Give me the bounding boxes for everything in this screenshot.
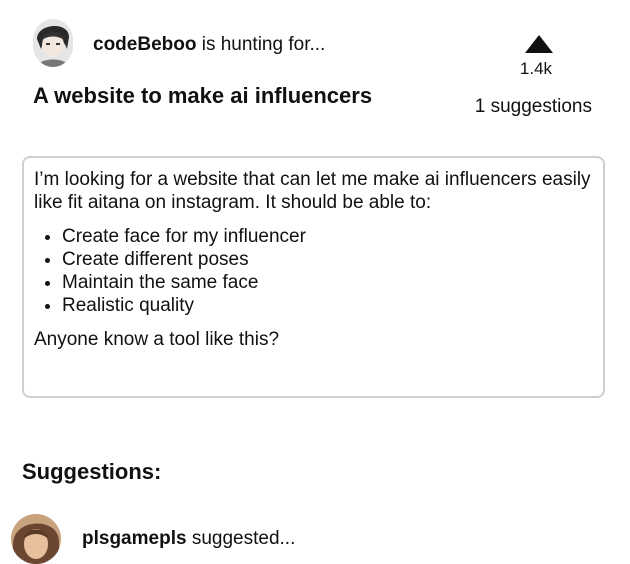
list-item: Realistic quality: [62, 294, 593, 317]
author-action-text: is hunting for...: [201, 34, 326, 55]
suggester-username[interactable]: plsgamepls: [82, 528, 187, 549]
suggester-avatar[interactable]: [11, 514, 61, 564]
requirements-list: Create face for my influencer Create dif…: [34, 225, 593, 317]
post-title: A website to make ai influencers: [33, 83, 373, 108]
triangle-up-icon: [525, 35, 553, 53]
suggestion-line: plsgamepls suggested...: [82, 528, 295, 550]
list-item: Create face for my influencer: [62, 225, 593, 248]
suggestions-heading: Suggestions:: [22, 459, 162, 484]
post-body-card: I’m looking for a website that can let m…: [22, 156, 605, 398]
author-avatar[interactable]: [33, 19, 73, 67]
post-outro: Anyone know a tool like this?: [34, 329, 280, 350]
post-intro: I’m looking for a website that can let m…: [34, 169, 591, 213]
upvote-count: 1.4k: [519, 59, 553, 78]
upvote-button[interactable]: [522, 33, 556, 55]
list-item: Maintain the same face: [62, 271, 593, 294]
suggestion-action-text: suggested...: [191, 528, 296, 549]
list-item: Create different poses: [62, 248, 593, 271]
author-username[interactable]: codeBeboo: [93, 34, 196, 55]
suggestion-count[interactable]: 1 suggestions: [440, 96, 592, 118]
author-line: codeBeboo is hunting for...: [93, 34, 325, 56]
